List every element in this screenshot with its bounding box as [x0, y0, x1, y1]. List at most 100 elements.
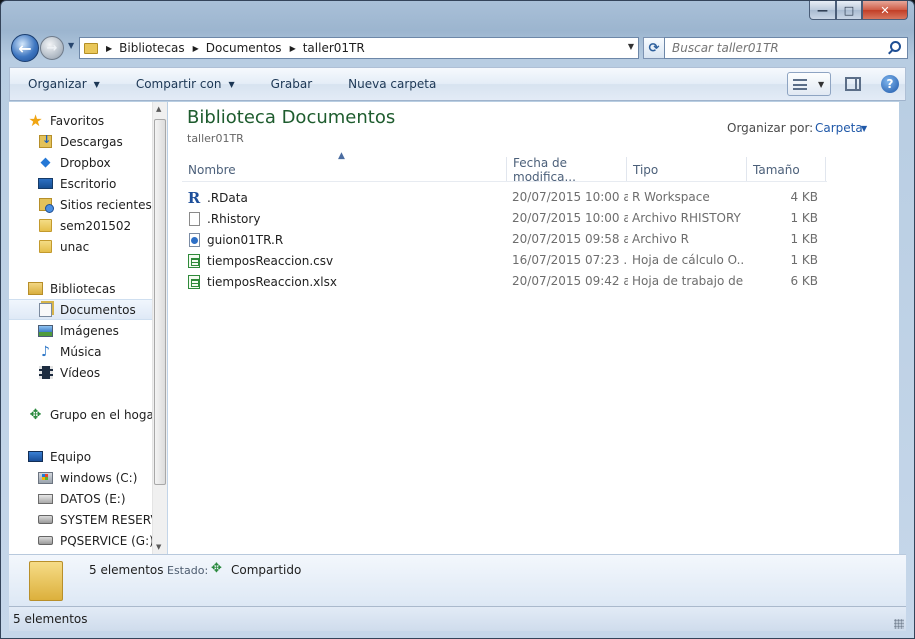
close-button[interactable]: ✕ — [862, 1, 908, 20]
preview-pane-icon[interactable] — [845, 77, 861, 91]
recent-places-icon — [38, 197, 54, 213]
breadcrumb-separator-icon[interactable]: ▶ — [106, 44, 112, 53]
resize-grip-icon[interactable] — [894, 619, 904, 629]
column-header-name[interactable]: Nombre — [182, 157, 507, 182]
file-row[interactable]: tiemposReaccion.csv 16/07/2015 07:23 ...… — [182, 250, 827, 271]
search-box[interactable] — [664, 37, 908, 59]
maximize-button[interactable]: □ — [836, 1, 862, 20]
sidebar-item-drive-g[interactable]: PQSERVICE (G:) — [9, 530, 152, 551]
folder-icon — [38, 239, 53, 254]
breadcrumb-label[interactable]: taller01TR — [303, 41, 365, 55]
details-pane: 5 elementos Estado: ✥ Compartido — [9, 554, 906, 606]
file-name: .Rhistory — [207, 212, 261, 226]
downloads-icon — [38, 133, 53, 149]
column-header-date[interactable]: Fecha de modifica... — [507, 156, 627, 184]
file-type: R Workspace — [632, 190, 710, 204]
videos-icon — [38, 365, 53, 380]
sidebar-item-label: windows (C:) — [60, 470, 138, 485]
chevron-down-icon[interactable]: ▼ — [861, 124, 867, 133]
file-size: 6 KB — [790, 274, 818, 288]
file-name-cell[interactable]: guion01TR.R — [187, 232, 502, 248]
sidebar-item-label: unac — [60, 239, 90, 254]
breadcrumb-label[interactable]: Documentos — [206, 41, 282, 55]
breadcrumb-label[interactable]: Bibliotecas — [119, 41, 184, 55]
file-name-cell[interactable]: R .RData — [187, 190, 502, 206]
breadcrumb-separator-icon[interactable]: ▶ — [290, 44, 296, 53]
sidebar-item-musica[interactable]: ♪ Música — [9, 341, 152, 362]
column-header-size[interactable]: Tamaño — [747, 157, 826, 182]
file-row[interactable]: R .RData 20/07/2015 10:00 a... R Workspa… — [182, 187, 827, 208]
sidebar-item-label: Equipo — [50, 449, 92, 464]
file-row[interactable]: tiemposReaccion.xlsx 20/07/2015 09:42 a.… — [182, 271, 827, 292]
sidebar-item-label: Escritorio — [60, 176, 117, 191]
breadcrumb-separator-icon[interactable]: ▶ — [193, 44, 199, 53]
scrollbar-thumb[interactable] — [154, 119, 166, 485]
address-bar[interactable]: ▶ Bibliotecas ▶ Documentos ▶ taller01TR … — [79, 37, 639, 59]
help-icon[interactable]: ? — [881, 75, 899, 93]
sidebar-item-documentos[interactable]: Documentos — [9, 299, 152, 320]
file-name-cell[interactable]: .Rhistory — [187, 211, 502, 227]
sidebar-item-videos[interactable]: Vídeos — [9, 362, 152, 383]
caption-buttons: — □ ✕ — [809, 1, 908, 20]
new-folder-label: Nueva carpeta — [348, 77, 437, 91]
blank-file-icon — [187, 211, 201, 227]
sidebar-item-dropbox[interactable]: ◆ Dropbox — [9, 152, 152, 173]
sidebar-item-label: Favoritos — [50, 113, 105, 128]
burn-button[interactable]: Grabar — [253, 68, 331, 100]
pictures-icon — [38, 323, 53, 338]
recent-pages-dropdown-icon[interactable]: ▼ — [68, 41, 74, 50]
back-button[interactable]: ← — [11, 34, 39, 62]
sidebar-item-drive-e[interactable]: DATOS (E:) — [9, 488, 152, 509]
file-size: 1 KB — [790, 211, 818, 225]
search-icon[interactable] — [890, 41, 901, 52]
scroll-down-icon[interactable]: ▼ — [156, 543, 161, 551]
new-folder-button[interactable]: Nueva carpeta — [330, 68, 454, 100]
organize-button[interactable]: Organizar ▼ — [10, 68, 118, 100]
sidebar-item-equipo[interactable]: Equipo — [9, 446, 152, 467]
sidebar-item-label: Bibliotecas — [50, 281, 116, 296]
forward-button[interactable]: → — [40, 36, 64, 60]
libraries-icon — [28, 281, 43, 296]
minimize-button[interactable]: — — [809, 1, 836, 20]
navigation-scrollbar[interactable]: ▲ ▼ — [152, 102, 167, 554]
sidebar-item-label: DATOS (E:) — [60, 491, 126, 506]
change-view-button[interactable]: ▼ — [787, 72, 831, 96]
sidebar-item-imagenes[interactable]: Imágenes — [9, 320, 152, 341]
breadcrumb-documentos[interactable]: ▶ Documentos — [185, 38, 282, 58]
scroll-up-icon[interactable]: ▲ — [156, 105, 161, 113]
sidebar-item-descargas[interactable]: Descargas — [9, 131, 152, 152]
homegroup-icon: ✥ — [29, 406, 42, 423]
file-type: Archivo R — [632, 232, 690, 246]
sidebar-item-favoritos[interactable]: ★ Favoritos — [9, 110, 152, 131]
breadcrumb-bibliotecas[interactable]: ▶ Bibliotecas — [98, 38, 185, 58]
sidebar-item-sem201502[interactable]: sem201502 — [9, 215, 152, 236]
item-count: 5 elementos — [89, 563, 164, 577]
file-date: 20/07/2015 10:00 a... — [512, 190, 628, 204]
sidebar-item-label: Sitios recientes — [60, 197, 152, 212]
address-dropdown-icon[interactable]: ▼ — [628, 42, 634, 51]
refresh-button[interactable]: ⟳ — [643, 37, 665, 59]
share-with-button[interactable]: Compartir con ▼ — [118, 68, 253, 100]
file-row[interactable]: .Rhistory 20/07/2015 10:00 a... Archivo … — [182, 208, 827, 229]
sidebar-item-homegroup[interactable]: ✥ Grupo en el hogar — [9, 404, 152, 425]
shared-users-icon: ✥ — [211, 561, 222, 576]
search-input[interactable] — [672, 41, 884, 55]
column-header-type[interactable]: Tipo — [627, 157, 747, 182]
sidebar-item-sitios-recientes[interactable]: Sitios recientes — [9, 194, 152, 215]
header-divider — [182, 181, 827, 182]
arrange-by-dropdown[interactable]: Carpeta — [815, 121, 863, 135]
file-row[interactable]: guion01TR.R 20/07/2015 09:58 a... Archiv… — [182, 229, 827, 250]
chevron-down-icon[interactable]: ▼ — [818, 80, 824, 89]
breadcrumb-taller01tr[interactable]: ▶ taller01TR — [282, 38, 365, 58]
sidebar-item-system-reserved[interactable]: SYSTEM RESERVED — [9, 509, 152, 530]
documents-icon — [38, 302, 53, 317]
sidebar-item-escritorio[interactable]: Escritorio — [9, 173, 152, 194]
file-name-cell[interactable]: tiemposReaccion.xlsx — [187, 274, 502, 290]
file-name-cell[interactable]: tiemposReaccion.csv — [187, 253, 502, 269]
folder-icon — [38, 218, 53, 233]
sidebar-item-bibliotecas[interactable]: Bibliotecas — [9, 278, 152, 299]
sidebar-item-unac[interactable]: unac — [9, 236, 152, 257]
r-script-icon — [187, 232, 201, 248]
sidebar-item-drive-c[interactable]: windows (C:) — [9, 467, 152, 488]
file-size: 4 KB — [790, 190, 818, 204]
